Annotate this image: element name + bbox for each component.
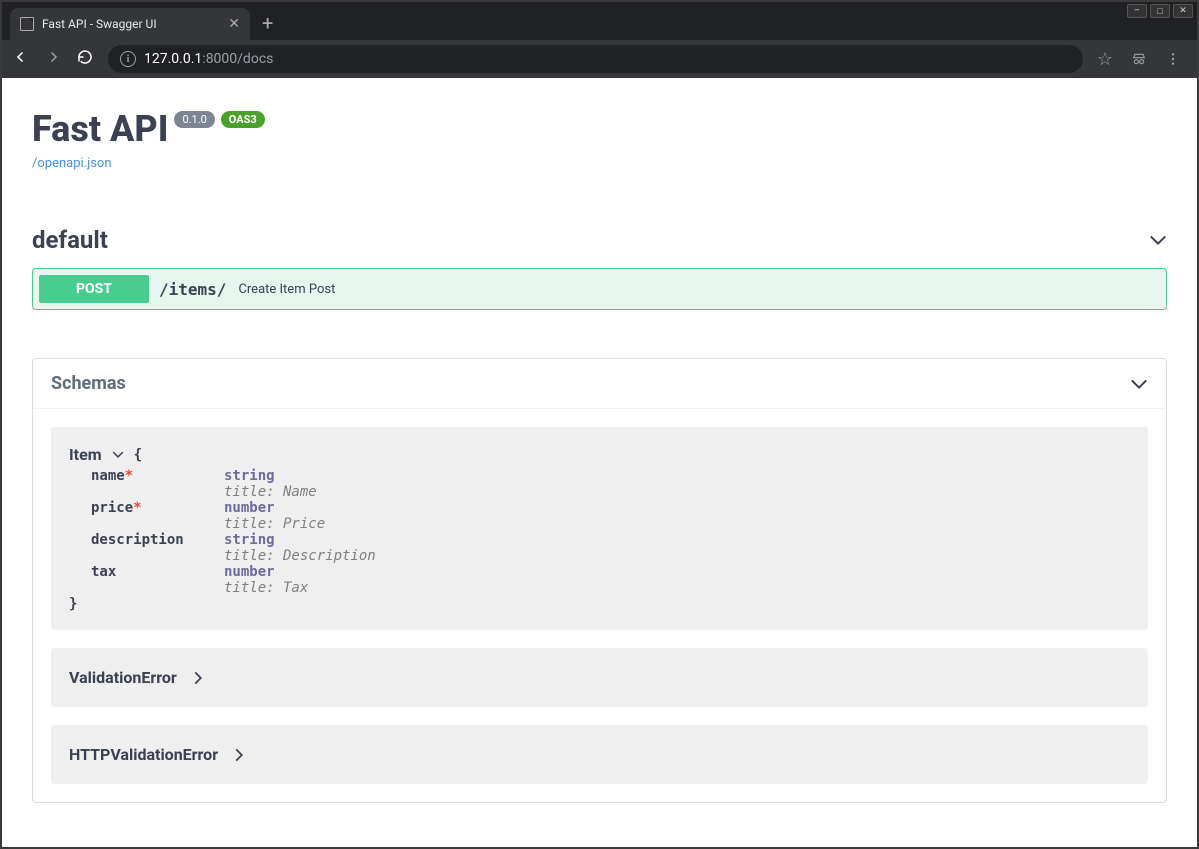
chevron-down-icon [112,450,124,459]
oas-badge: OAS3 [221,111,265,128]
schema-item-toggle[interactable]: Item { [69,445,142,464]
schema-property-type: string [224,532,1130,548]
chevron-down-icon [1130,378,1148,390]
url-host: 127.0.0.1 [144,51,202,67]
window-close-button[interactable]: ✕ [1173,4,1193,18]
open-brace: { [134,447,142,463]
page-icon [20,17,34,31]
schema-property-type: string [224,468,1130,484]
operation-post-items[interactable]: POST /items/ Create Item Post [32,268,1167,310]
chevron-right-icon [193,671,203,685]
forward-button[interactable] [44,48,62,71]
operation-path: /items/ [159,280,226,299]
schema-property-title: title: Name [224,484,1130,500]
browser-toolbar: i 127.0.0.1:8000/docs ☆ [2,40,1197,78]
site-info-icon[interactable]: i [120,51,136,67]
schema-name-label: ValidationError [69,668,177,687]
api-version-badge: 0.1.0 [174,111,214,128]
schemas-header[interactable]: Schemas [33,359,1166,409]
browser-tabbar: Fast API - Swagger UI ✕ + [2,2,1197,40]
window-minimize-button[interactable]: – [1127,4,1147,18]
schema-property-row: price*numbertitle: Price [69,500,1130,532]
schema-property-name: price* [69,500,224,532]
bookmark-star-icon[interactable]: ☆ [1097,49,1113,70]
back-button[interactable] [12,48,30,71]
close-brace: } [69,596,1130,612]
address-bar[interactable]: i 127.0.0.1:8000/docs [108,45,1083,73]
incognito-icon[interactable] [1131,51,1147,67]
schema-property-name: name* [69,468,224,500]
reload-button[interactable] [76,48,94,71]
schema-property-name: description [69,532,224,564]
schema-property-title: title: Price [224,516,1130,532]
schema-property-title: title: Tax [224,580,1130,596]
schema-property-name: tax [69,564,224,596]
browser-tab[interactable]: Fast API - Swagger UI ✕ [10,8,250,40]
openapi-json-link[interactable]: /openapi.json [32,156,112,171]
chevron-down-icon [1149,234,1167,246]
required-star: * [125,468,133,484]
tab-close-icon[interactable]: ✕ [228,16,240,32]
tag-name: default [32,226,108,254]
required-star: * [133,500,141,516]
browser-menu-icon[interactable] [1165,51,1181,67]
new-tab-button[interactable]: + [250,11,285,35]
schema-property-row: name*stringtitle: Name [69,468,1130,500]
chevron-right-icon [234,748,244,762]
page-content: Fast API 0.1.0 OAS3 /openapi.json defaul… [2,78,1197,847]
schema-property-title: title: Description [224,548,1130,564]
schema-property-type: number [224,500,1130,516]
schema-property-type: number [224,564,1130,580]
schema-http-validation-error[interactable]: HTTPValidationError [51,725,1148,784]
url-path: :8000/docs [202,51,273,67]
tag-default-header[interactable]: default [32,226,1167,260]
schema-name-label: HTTPValidationError [69,745,218,764]
schema-name-label: Item [69,445,102,464]
tab-title: Fast API - Swagger UI [42,17,157,31]
operation-summary: Create Item Post [238,282,335,297]
schemas-title: Schemas [51,373,126,394]
schema-validation-error[interactable]: ValidationError [51,648,1148,707]
http-method-badge: POST [39,275,149,303]
schema-property-row: taxnumbertitle: Tax [69,564,1130,596]
schema-item: Item { name*stringtitle: Nameprice*numbe… [51,427,1148,630]
window-maximize-button[interactable]: □ [1150,4,1170,18]
schema-property-row: descriptionstringtitle: Description [69,532,1130,564]
api-title: Fast API [32,108,168,150]
